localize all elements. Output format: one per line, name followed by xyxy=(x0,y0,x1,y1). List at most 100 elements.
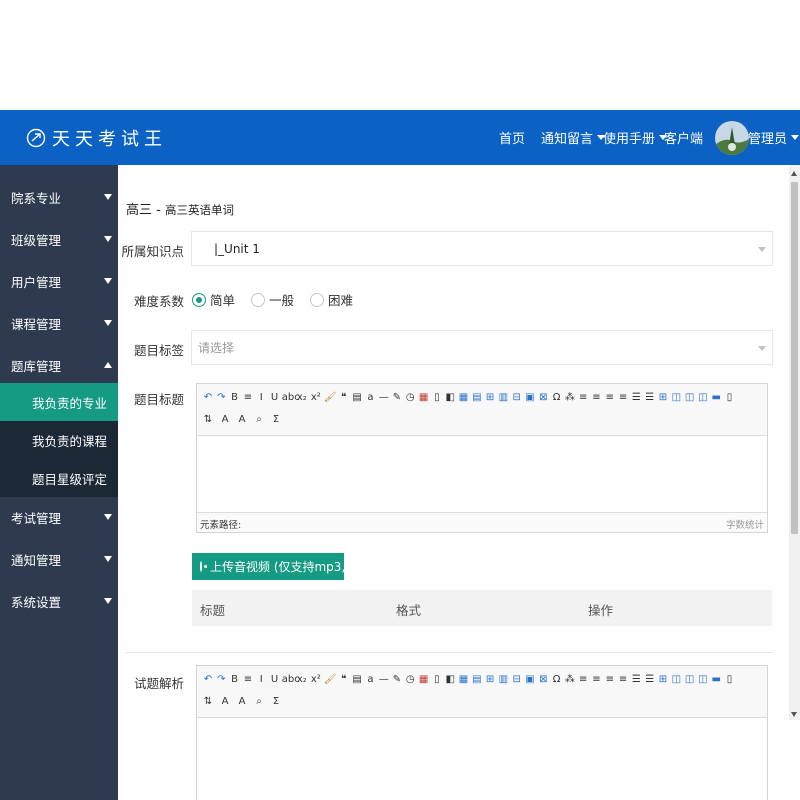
sidebar-item-notices[interactable]: 通知管理 xyxy=(0,538,118,580)
editor-tool-icon[interactable]: ▯ xyxy=(431,392,443,404)
editor-tool-icon[interactable]: x₂ xyxy=(296,392,308,404)
sidebar-item-users[interactable]: 用户管理 xyxy=(0,260,118,302)
nav-home[interactable]: 首页 xyxy=(499,110,525,165)
editor-tool-icon[interactable]: ◫ xyxy=(684,674,696,686)
editor-tool-icon[interactable]: A xyxy=(236,696,248,708)
editor-tool-icon[interactable]: ▥ xyxy=(497,674,509,686)
editor-tool-icon[interactable]: ◫ xyxy=(670,674,682,686)
tag-select[interactable]: 请选择 xyxy=(191,330,773,365)
editor-tool-icon[interactable]: ▥ xyxy=(497,392,509,404)
sidebar-item-classes[interactable]: 班级管理 xyxy=(0,218,118,260)
editor-tool-icon[interactable]: U xyxy=(269,674,281,686)
editor-tool-icon[interactable]: B xyxy=(229,392,241,404)
editor-tool-icon[interactable]: ❝ xyxy=(338,674,350,686)
difficulty-option-easy[interactable]: 简单 xyxy=(192,290,235,309)
editor-tool-icon[interactable]: ≡ xyxy=(577,674,589,686)
editor-tool-icon[interactable]: ↶ xyxy=(202,392,214,404)
editor-tool-icon[interactable]: ≡ xyxy=(591,674,603,686)
editor-tool-icon[interactable]: ▤ xyxy=(471,674,483,686)
nav-user[interactable]: 管理员 xyxy=(748,110,800,165)
editor-tool-icon[interactable]: A xyxy=(219,696,231,708)
editor-tool-icon[interactable]: ◷ xyxy=(404,674,416,686)
editor-tool-icon[interactable]: ≡ xyxy=(604,392,616,404)
editor-tool-icon[interactable]: a xyxy=(364,392,376,404)
editor-tool-icon[interactable]: 🖌 xyxy=(324,674,337,686)
editor-tool-icon[interactable]: ▣ xyxy=(524,392,536,404)
editor-tool-icon[interactable]: B xyxy=(229,674,241,686)
editor-tool-icon[interactable]: ↶ xyxy=(202,674,214,686)
upload-media-button[interactable]: 上传音视频 (仅支持mp3, mp4) xyxy=(192,553,381,580)
scrollbar[interactable] xyxy=(789,165,800,720)
editor-tool-icon[interactable]: ☰ xyxy=(630,392,642,404)
editor-tool-icon[interactable]: x² xyxy=(310,674,322,686)
editor-tool-icon[interactable]: ⊞ xyxy=(657,392,669,404)
editor-tool-icon[interactable]: ▤ xyxy=(351,392,363,404)
editor-tool-icon[interactable]: ▦ xyxy=(458,674,470,686)
sidebar-item-exams[interactable]: 考试管理 xyxy=(0,496,118,538)
editor-tool-icon[interactable]: ⌕ xyxy=(253,414,265,426)
editor-tool-icon[interactable]: 🖌 xyxy=(324,392,337,404)
scrollbar-thumb[interactable] xyxy=(791,182,798,534)
editor-tool-icon[interactable]: A xyxy=(236,414,248,426)
editor-tool-icon[interactable]: ⊟ xyxy=(511,392,523,404)
editor-tool-icon[interactable]: ▤ xyxy=(471,392,483,404)
sidebar-item-departments[interactable]: 院系专业 xyxy=(0,176,118,218)
editor-tool-icon[interactable]: ≡ xyxy=(617,392,629,404)
editor-tool-icon[interactable]: ▤ xyxy=(351,674,363,686)
analysis-editor[interactable]: ↶ ↷ B ≡ I Uabc x₂ x² 🖌 ❝ ▤ a — ✎ ◷ ▦ ▯ ◧ ▦ ▤ ⊞ ▥ ⊟ ▣ ⊠ Ω ⁂ ≡ ≡ ≡ ≡ ☰ ☰ ⊞ ◫… xyxy=(196,665,768,800)
nav-client[interactable]: 客户端 xyxy=(664,110,703,165)
difficulty-option-medium[interactable]: 一般 xyxy=(251,290,294,309)
editor-tool-icon[interactable]: ▬ xyxy=(710,392,722,404)
editor-tool-icon[interactable]: Σ xyxy=(270,696,282,708)
editor-tool-icon[interactable]: U xyxy=(269,392,281,404)
sidebar-item-question-bank[interactable]: 题库管理 xyxy=(0,344,118,386)
editor-tool-icon[interactable]: ≡ xyxy=(617,674,629,686)
editor-tool-icon[interactable]: ✎ xyxy=(391,674,403,686)
editor-tool-icon[interactable]: ▦ xyxy=(458,392,470,404)
editor-tool-icon[interactable]: ≡ xyxy=(577,392,589,404)
editor-tool-icon[interactable]: ⊠ xyxy=(537,674,549,686)
editor-tool-icon[interactable]: ⊞ xyxy=(484,392,496,404)
editor-tool-icon[interactable]: ≡ xyxy=(591,392,603,404)
editor-tool-icon[interactable]: ⁂ xyxy=(564,392,576,404)
nav-notice[interactable]: 通知留言 xyxy=(541,110,606,165)
editor-tool-icon[interactable]: ⊞ xyxy=(484,674,496,686)
editor-tool-icon[interactable]: ≡ xyxy=(242,674,254,686)
scroll-up-arrow-icon[interactable] xyxy=(791,171,797,176)
editor-tool-icon[interactable]: A xyxy=(219,414,231,426)
editor-tool-icon[interactable]: ▯ xyxy=(724,392,736,404)
editor-tool-icon[interactable]: ☰ xyxy=(630,674,642,686)
difficulty-option-hard[interactable]: 困难 xyxy=(310,290,353,309)
editor-tool-icon[interactable]: ⊠ xyxy=(537,392,549,404)
editor-tool-icon[interactable]: ⊞ xyxy=(657,674,669,686)
editor-tool-icon[interactable]: ☰ xyxy=(644,674,656,686)
avatar[interactable] xyxy=(715,121,749,155)
editor-tool-icon[interactable]: ☰ xyxy=(644,392,656,404)
nav-manual[interactable]: 使用手册 xyxy=(603,110,668,165)
knowledge-select[interactable]: |_Unit 1 xyxy=(191,231,773,266)
editor-tool-icon[interactable]: ▯ xyxy=(724,674,736,686)
editor-tool-icon[interactable]: Ω xyxy=(551,674,563,686)
sidebar-subitem-star-rating[interactable]: 题目星级评定 xyxy=(0,459,118,497)
editor-tool-icon[interactable]: ⇅ xyxy=(202,696,214,708)
title-editor[interactable]: ↶ ↷ B ≡ I Uabc x₂ x² 🖌 ❝ ▤ a — ✎ ◷ ▦ ▯ ◧ ▦ ▤ ⊞ ▥ ⊟ ▣ ⊠ Ω ⁂ ≡ ≡ ≡ ≡ ☰ ☰ ⊞ ◫… xyxy=(196,383,768,533)
editor-tool-icon[interactable]: ≡ xyxy=(604,674,616,686)
editor-tool-icon[interactable]: ◷ xyxy=(404,392,416,404)
editor-tool-icon[interactable]: a xyxy=(364,674,376,686)
editor-tool-icon[interactable]: ⊟ xyxy=(511,674,523,686)
editor-tool-icon[interactable]: ▯ xyxy=(431,674,443,686)
editor-tool-icon[interactable]: ⇅ xyxy=(202,414,214,426)
editor-tool-icon[interactable]: ▬ xyxy=(710,674,722,686)
editor-tool-icon[interactable]: — xyxy=(378,392,390,404)
sidebar-subitem-my-courses[interactable]: 我负责的课程 xyxy=(0,421,118,459)
editor-tool-icon[interactable]: ▦ xyxy=(418,392,430,404)
editor-tool-icon[interactable]: I xyxy=(255,674,267,686)
editor-tool-icon[interactable]: ≡ xyxy=(242,392,254,404)
editor-tool-icon[interactable]: ⁂ xyxy=(564,674,576,686)
logo[interactable]: 天天考试王 xyxy=(26,124,167,152)
editor-tool-icon[interactable]: x² xyxy=(310,392,322,404)
editor-tool-icon[interactable]: ◫ xyxy=(697,674,709,686)
editor-tool-icon[interactable]: Σ xyxy=(270,414,282,426)
editor-tool-icon[interactable]: abc xyxy=(282,392,300,404)
editor-tool-icon[interactable]: x₂ xyxy=(296,674,308,686)
